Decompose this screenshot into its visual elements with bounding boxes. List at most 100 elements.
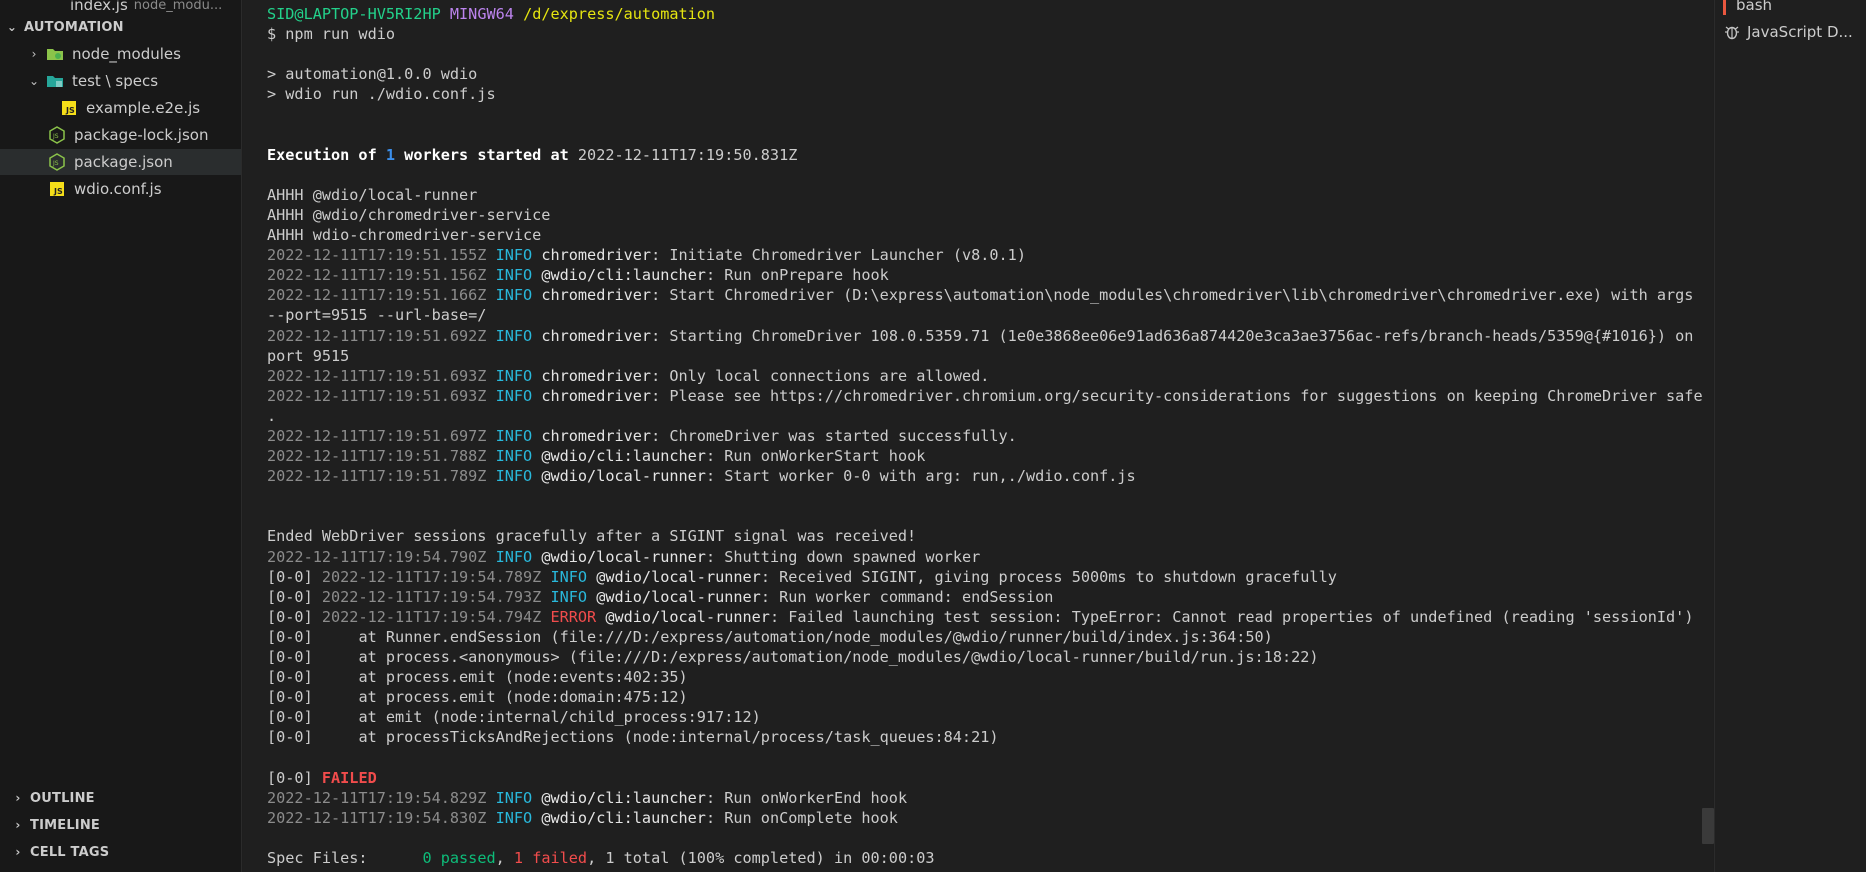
node-json-file-icon: JS [49, 153, 65, 171]
terminal-output[interactable]: SID@LAPTOP-HV5RI2HP MINGW64 /d/express/a… [267, 4, 1707, 868]
tree-item-node-modules[interactable]: › node_modules [0, 41, 241, 67]
log-source: chromedriver [541, 366, 652, 385]
section-title: TIMELINE [30, 817, 101, 833]
terminal-scrollbar[interactable] [1702, 808, 1714, 844]
log-line: [0-0] 2022-12-11T17:19:54.789Z INFO @wdi… [267, 567, 1707, 587]
stack-frame: at process.emit (node:domain:475:12) [321, 688, 688, 707]
log-line: 2022-12-11T17:19:54.790Z INFO @wdio/loca… [267, 547, 1707, 567]
summary-failed: 1 failed [513, 848, 588, 867]
svg-text:JS: JS [52, 160, 59, 167]
log-message: : Starting ChromeDriver 108.0.5359.71 (1… [651, 326, 1694, 345]
exec-time: 2022-12-11T17:19:50.831Z [577, 145, 798, 164]
log-timestamp: 2022-12-11T17:19:54.830Z [267, 808, 487, 827]
prompt-env: MINGW64 [449, 5, 514, 23]
stack-line: [0-0] at Runner.endSession (file:///D:/e… [267, 627, 1707, 647]
end-log-block: 2022-12-11T17:19:54.829Z INFO @wdio/cli:… [267, 788, 1707, 828]
prompt-path: /d/express/automation [523, 5, 716, 23]
worker-tag: [0-0] [267, 648, 313, 666]
log-message: : Initiate Chromedriver Launcher (v8.0.1… [651, 246, 1026, 265]
log-message: : Please see https://chromedriver.chromi… [651, 386, 1703, 405]
terminal-tab-js-debug[interactable]: JavaScript D... [1723, 19, 1866, 45]
script-line: > automation@1.0.0 wdio [267, 65, 478, 84]
tree-item-test-specs[interactable]: ⌄ test \ specs [0, 68, 241, 94]
tree-item-label: example.e2e.js [86, 99, 201, 117]
log-timestamp: 2022-12-11T17:19:51.788Z [267, 447, 487, 466]
log-message: : Run worker command: endSession [760, 587, 1054, 606]
log-timestamp: 2022-12-11T17:19:51.693Z [267, 366, 487, 385]
log-message: : Received SIGINT, giving process 5000ms… [760, 567, 1337, 586]
log-line: 2022-12-11T17:19:51.788Z INFO @wdio/cli:… [267, 446, 1707, 466]
worker-tag: [0-0] [267, 567, 313, 586]
folder-node-icon [47, 49, 63, 60]
log-message: : Run onWorkerStart hook [705, 447, 926, 466]
exec-count: 1 [385, 145, 396, 164]
log-timestamp: 2022-12-11T17:19:51.693Z [267, 386, 487, 405]
worker-tag: [0-0] [267, 587, 313, 606]
section-timeline[interactable]: › TIMELINE [0, 812, 241, 838]
log-timestamp: 2022-12-11T17:19:54.793Z [321, 587, 542, 606]
exec-prefix: Execution of [267, 145, 386, 164]
section-cell-tags[interactable]: › CELL TAGS [0, 839, 241, 865]
log-timestamp: 2022-12-11T17:19:51.789Z [267, 467, 487, 486]
worker-log-block: [0-0] 2022-12-11T17:19:54.789Z INFO @wdi… [267, 567, 1707, 627]
log-line: 2022-12-11T17:19:51.789Z INFO @wdio/loca… [267, 466, 1707, 486]
stack-line: [0-0] at process.emit (node:events:402:3… [267, 667, 1707, 687]
worker-tag: [0-0] [267, 768, 313, 787]
log-message: : Only local connections are allowed. [651, 366, 990, 385]
log-line: 2022-12-11T17:19:51.697Z INFO chromedriv… [267, 426, 1707, 446]
chevron-right-icon: › [15, 845, 21, 859]
log-level: INFO [495, 788, 533, 807]
chevron-right-icon: › [15, 791, 21, 805]
stack-line: [0-0] at process.<anonymous> (file:///D:… [267, 647, 1707, 667]
summary-sep: , [495, 848, 514, 867]
log-line: [0-0] 2022-12-11T17:19:54.793Z INFO @wdi… [267, 587, 1707, 607]
tree-item-label: wdio.conf.js [74, 180, 162, 198]
explorer-section-automation[interactable]: ⌄ AUTOMATION [0, 14, 241, 40]
log-level: INFO [495, 266, 533, 285]
log-message: : Start Chromedriver (D:\express\automat… [651, 286, 1694, 305]
log-timestamp: 2022-12-11T17:19:51.166Z [267, 286, 487, 305]
summary-passed: 0 passed [422, 848, 496, 867]
log-level: INFO [495, 326, 533, 345]
section-title: CELL TAGS [30, 844, 110, 860]
log-level: INFO [495, 467, 533, 486]
log-message: : Failed launching test session: TypeErr… [769, 607, 1694, 626]
log-message: : Run onWorkerEnd hook [705, 788, 908, 807]
log-timestamp: 2022-12-11T17:19:54.790Z [267, 547, 487, 566]
log-source: chromedriver [541, 386, 652, 405]
terminal-tab-bash[interactable]: bash [1723, 0, 1866, 18]
log-source: chromedriver [541, 246, 652, 265]
log-timestamp: 2022-12-11T17:19:54.794Z [321, 607, 542, 626]
tree-item-example-e2e[interactable]: JS example.e2e.js [0, 95, 241, 121]
log-source: @wdio/local-runner [541, 547, 706, 566]
log-level: INFO [495, 447, 533, 466]
log-level: INFO [495, 386, 533, 405]
log-timestamp: 2022-12-11T17:19:51.692Z [267, 326, 487, 345]
log-source: @wdio/local-runner [605, 607, 770, 626]
tree-item-wdio-conf[interactable]: JS wdio.conf.js [0, 176, 241, 202]
stack-line: [0-0] at processTicksAndRejections (node… [267, 727, 1707, 747]
prompt-line: SID@LAPTOP-HV5RI2HP MINGW64 /d/express/a… [267, 4, 1707, 24]
debug-bug-icon [1725, 26, 1739, 40]
log-source: @wdio/cli:launcher [541, 788, 706, 807]
log-line: [0-0] 2022-12-11T17:19:54.794Z ERROR @wd… [267, 607, 1707, 627]
log-source: @wdio/cli:launcher [541, 447, 706, 466]
section-outline[interactable]: › OUTLINE [0, 785, 241, 811]
summary-rest: , 1 total (100% completed) in 00:00:03 [587, 848, 935, 867]
tree-item-package-json[interactable]: JS package.json [0, 149, 241, 175]
tree-item-package-lock[interactable]: JS package-lock.json [0, 122, 241, 148]
worker-tag: [0-0] [267, 708, 313, 727]
svg-text:JS: JS [65, 106, 75, 115]
log-line: 2022-12-11T17:19:51.693Z INFO chromedriv… [267, 386, 1707, 406]
stack-frame: at emit (node:internal/child_process:917… [321, 708, 761, 727]
log-level: INFO [550, 587, 588, 606]
log-level: INFO [495, 426, 533, 445]
terminal-panel[interactable]: SID@LAPTOP-HV5RI2HP MINGW64 /d/express/a… [243, 0, 1713, 872]
worker-tag: [0-0] [267, 668, 313, 687]
worker-tag: [0-0] [267, 627, 313, 646]
